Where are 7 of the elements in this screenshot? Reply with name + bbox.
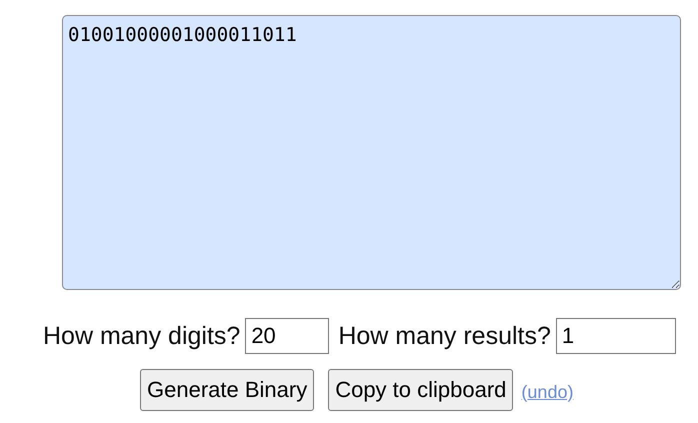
generate-button[interactable]: Generate Binary	[140, 369, 314, 411]
option-label: How many digits?	[43, 322, 240, 350]
number-input[interactable]: 20	[245, 318, 330, 354]
binary-output-field[interactable]: 01001000001000011011	[62, 15, 681, 290]
number-input[interactable]: 1	[556, 318, 676, 354]
option-label: How many results?	[338, 322, 551, 350]
copy-button[interactable]: Copy to clipboard	[328, 369, 514, 411]
